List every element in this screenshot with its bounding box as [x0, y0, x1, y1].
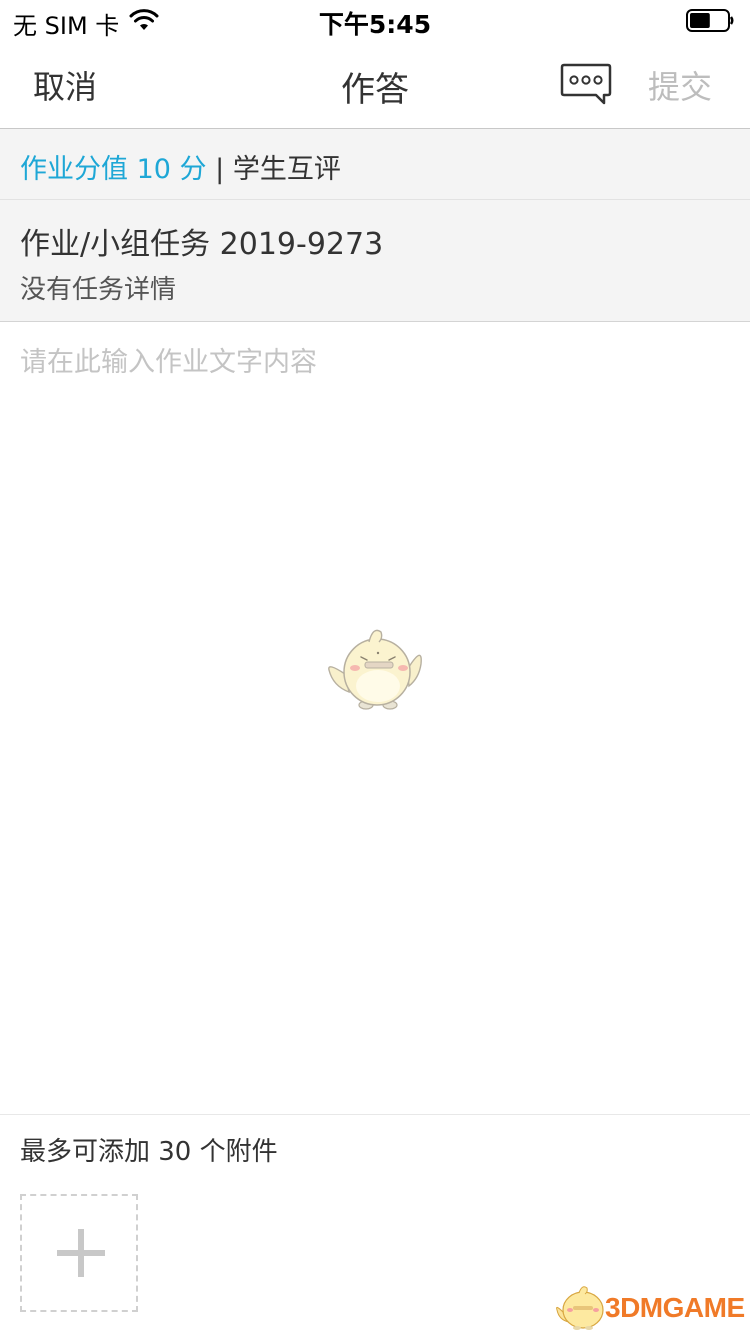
divider — [0, 1114, 750, 1115]
score-value: 作业分值 10 分 — [20, 154, 207, 185]
task-title: 作业/小组任务 2019-9273 — [20, 227, 384, 262]
chat-bubble-icon[interactable] — [560, 62, 612, 108]
score-row: 作业分值 10 分 | 学生互评 — [20, 147, 341, 186]
watermark-text: 3DMGAME — [605, 1292, 745, 1323]
answer-text-input[interactable] — [0, 322, 750, 1114]
navigation-bar: 取消 作答 提交 — [0, 40, 750, 129]
evaluation-mode: 学生互评 — [232, 154, 341, 185]
clock-time: 下午5:45 — [318, 10, 432, 39]
battery-icon — [686, 9, 734, 32]
task-detail: 没有任务详情 — [20, 275, 177, 305]
page-title: 作答 — [341, 70, 409, 110]
cancel-button[interactable]: 取消 — [33, 62, 97, 108]
status-bar: 无 SIM 卡 下午5:45 — [0, 0, 750, 40]
watermark-logo — [556, 1286, 604, 1330]
attachment-limit-text: 最多可添加 30 个附件 — [20, 1137, 278, 1167]
separator: | — [215, 154, 225, 185]
submit-button[interactable]: 提交 — [648, 62, 712, 108]
add-attachment-button[interactable] — [20, 1194, 138, 1312]
assignment-info: 作业分值 10 分 | 学生互评 作业/小组任务 2019-9273 没有任务详… — [0, 129, 750, 322]
divider — [0, 199, 750, 200]
watermark: 3DMGAME — [555, 1282, 745, 1332]
